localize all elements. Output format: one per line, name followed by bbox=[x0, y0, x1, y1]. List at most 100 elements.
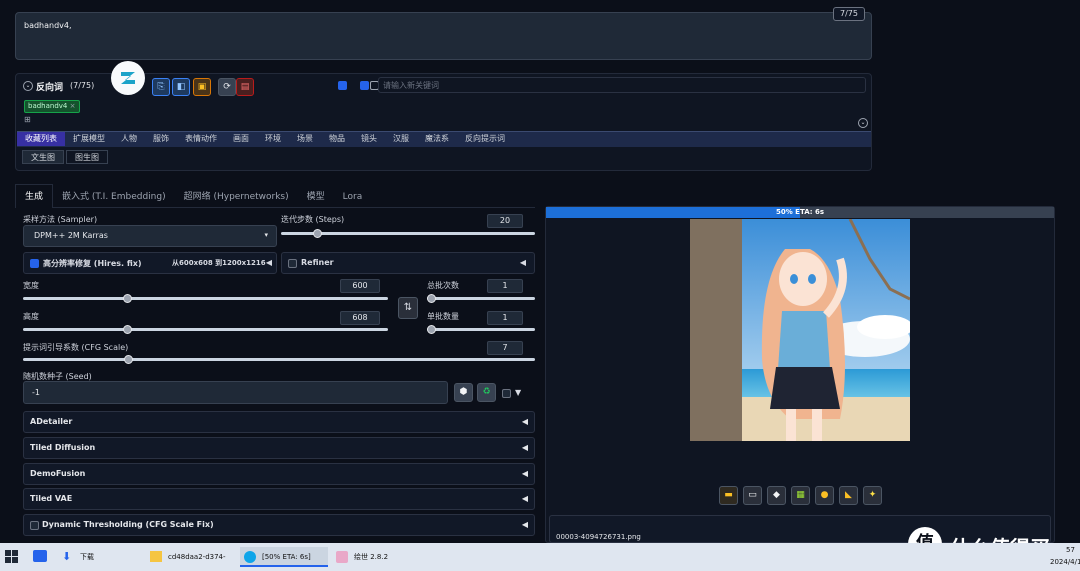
cfg-slider-knob[interactable] bbox=[124, 355, 133, 364]
category-tab[interactable]: 扩展模型 bbox=[65, 132, 113, 146]
swap-dimensions-button[interactable]: ⇅ bbox=[398, 297, 418, 319]
category-tab[interactable]: 表情动作 bbox=[177, 132, 225, 146]
batch-count-label: 总批次数 bbox=[427, 281, 459, 290]
main-tab[interactable]: Lora bbox=[334, 185, 372, 209]
width-input[interactable]: 600 bbox=[340, 279, 380, 293]
tag-list-icon[interactable]: ⊞ bbox=[24, 115, 31, 124]
category-tab[interactable]: 物品 bbox=[321, 132, 353, 146]
option-checkbox-1[interactable] bbox=[338, 81, 347, 90]
preview-image[interactable] bbox=[690, 219, 910, 441]
extra-seed-arrow-icon[interactable]: ▼ bbox=[515, 388, 521, 397]
batch-count-slider-knob[interactable] bbox=[427, 294, 436, 303]
option-checkbox-2[interactable] bbox=[360, 81, 369, 90]
hires-fix-row[interactable]: 高分辨率修复 (Hires. fix) 从600x608 到1200x1216 … bbox=[23, 252, 277, 274]
send-to-extras-icon[interactable]: ◣ bbox=[839, 486, 858, 505]
accordion-tiled-diffusion[interactable]: Tiled Diffusion ◀ bbox=[23, 437, 535, 459]
sampler-dropdown[interactable]: DPM++ 2M Karras ▾ bbox=[23, 225, 277, 247]
refiner-arrow-icon[interactable]: ◀ bbox=[520, 258, 526, 267]
category-tab[interactable]: 魔法系 bbox=[417, 132, 457, 146]
batch-count-input[interactable]: 1 bbox=[487, 279, 523, 293]
batch-count-slider[interactable] bbox=[427, 294, 535, 303]
category-tab[interactable]: 反向提示词 bbox=[457, 132, 513, 146]
height-slider[interactable] bbox=[23, 325, 388, 334]
category-tab[interactable]: 服饰 bbox=[145, 132, 177, 146]
category-tab[interactable]: 场景 bbox=[289, 132, 321, 146]
taskbar-item-folder[interactable]: cd48daa2-d374-4... bbox=[146, 547, 236, 567]
accordion-demofusion[interactable]: DemoFusion ◀ bbox=[23, 463, 535, 485]
import-icon[interactable]: ▣ bbox=[193, 78, 211, 96]
expand-circle-icon[interactable]: ⌄ bbox=[858, 118, 868, 128]
save-image-icon[interactable]: ▭ bbox=[743, 486, 762, 505]
accordion-tiled-diffusion-label: Tiled Diffusion bbox=[30, 443, 96, 452]
cfg-input[interactable]: 7 bbox=[487, 341, 523, 355]
accordion-adetailer-arrow-icon[interactable]: ◀ bbox=[522, 412, 528, 432]
batch-size-slider[interactable] bbox=[427, 325, 535, 334]
batch-size-input[interactable]: 1 bbox=[487, 311, 523, 325]
width-label: 宽度 bbox=[23, 281, 39, 290]
hires-fix-arrow-icon[interactable]: ◀ bbox=[266, 258, 272, 267]
refresh-icon[interactable]: ⟳ bbox=[218, 78, 236, 96]
main-tab[interactable]: 超网络 (Hypernetworks) bbox=[175, 185, 298, 209]
random-seed-dice-icon[interactable]: ⬢ bbox=[454, 383, 473, 402]
refiner-checkbox[interactable] bbox=[288, 259, 297, 268]
width-slider-knob[interactable] bbox=[123, 294, 132, 303]
send-to-img2img-icon[interactable]: ▦ bbox=[791, 486, 810, 505]
accordion-tiled-diffusion-arrow-icon[interactable]: ◀ bbox=[522, 438, 528, 458]
sub-tab[interactable]: 图生图 bbox=[66, 150, 108, 164]
save-style-icon[interactable]: ◧ bbox=[172, 78, 190, 96]
dynamic-thresholding-checkbox[interactable] bbox=[30, 521, 39, 530]
accordion-tiled-vae-arrow-icon[interactable]: ◀ bbox=[522, 489, 528, 509]
taskbar-item-launcher[interactable]: 绘世 2.8.2 bbox=[332, 547, 412, 567]
reuse-seed-recycle-icon[interactable]: ♻ bbox=[477, 383, 496, 402]
steps-slider-knob[interactable] bbox=[313, 229, 322, 238]
batch-size-slider-knob[interactable] bbox=[427, 325, 436, 334]
collapse-icon[interactable]: ⌄ bbox=[23, 81, 33, 91]
progress-bar: 50% ETA: 6s bbox=[546, 207, 1054, 218]
accordion-dynamic-thresholding-label: Dynamic Thresholding (CFG Scale Fix) bbox=[42, 520, 214, 529]
progress-text: 50% ETA: 6s bbox=[775, 208, 825, 216]
taskbar-item-downloads[interactable]: ⬇ 下载 bbox=[58, 547, 138, 567]
height-input[interactable]: 608 bbox=[340, 311, 380, 325]
steps-input[interactable]: 20 bbox=[487, 214, 523, 228]
steps-slider[interactable] bbox=[281, 229, 535, 238]
category-tab[interactable]: 画面 bbox=[225, 132, 257, 146]
paste-icon[interactable]: ⎘ bbox=[152, 78, 170, 96]
desktop-icon[interactable] bbox=[33, 550, 47, 562]
save-zip-icon[interactable]: ◆ bbox=[767, 486, 786, 505]
main-tab[interactable]: 模型 bbox=[298, 185, 334, 209]
accordion-adetailer[interactable]: ADetailer ◀ bbox=[23, 411, 535, 433]
sampler-label: 采样方法 (Sampler) bbox=[23, 215, 98, 224]
category-tab[interactable]: 人物 bbox=[113, 132, 145, 146]
sparkle-icon[interactable]: ✦ bbox=[863, 486, 882, 505]
width-slider[interactable] bbox=[23, 294, 388, 303]
tag-close-icon[interactable]: × bbox=[70, 102, 76, 110]
category-tab[interactable]: 汉服 bbox=[385, 132, 417, 146]
main-tab[interactable]: 生成 bbox=[15, 184, 54, 208]
accordion-dynamic-thresholding-arrow-icon[interactable]: ◀ bbox=[522, 515, 528, 535]
refiner-row[interactable]: Refiner ◀ bbox=[281, 252, 535, 274]
category-tab[interactable]: 环境 bbox=[257, 132, 289, 146]
main-tab[interactable]: 嵌入式 (T.I. Embedding) bbox=[53, 185, 175, 209]
cfg-slider[interactable] bbox=[23, 355, 535, 364]
extra-seed-checkbox[interactable] bbox=[502, 389, 511, 398]
seed-input[interactable]: -1 bbox=[23, 381, 448, 404]
prompt-box[interactable]: badhandv4, 7/75 bbox=[15, 7, 872, 60]
negative-panel: ⌄ 反向词 (7/75) ⎘ ◧ ▣ ⟳ ▤ 请输入新关键词 badhandv4… bbox=[15, 61, 872, 171]
open-folder-icon[interactable]: ▬ bbox=[719, 486, 738, 505]
send-to-inpaint-icon[interactable]: ● bbox=[815, 486, 834, 505]
sub-tab[interactable]: 文生图 bbox=[22, 150, 64, 164]
accordion-dynamic-thresholding[interactable]: Dynamic Thresholding (CFG Scale Fix) ◀ bbox=[23, 514, 535, 536]
trash-icon[interactable]: ▤ bbox=[236, 78, 254, 96]
category-tab[interactable]: 镜头 bbox=[353, 132, 385, 146]
accordion-demofusion-arrow-icon[interactable]: ◀ bbox=[522, 464, 528, 484]
windows-start-icon[interactable] bbox=[5, 550, 18, 563]
keyword-search-input[interactable]: 请输入新关键词 bbox=[378, 77, 866, 93]
accordion-tiled-vae[interactable]: Tiled VAE ◀ bbox=[23, 488, 535, 510]
hires-fix-checkbox[interactable] bbox=[30, 259, 39, 268]
taskbar-item-browser[interactable]: [50% ETA: 6s] Sta... bbox=[240, 547, 328, 567]
height-slider-knob[interactable] bbox=[123, 325, 132, 334]
folder-icon bbox=[150, 551, 162, 562]
negative-tag[interactable]: badhandv4 × bbox=[24, 100, 80, 113]
category-tab[interactable]: 收藏列表 bbox=[17, 132, 65, 146]
sampler-value: DPM++ 2M Karras bbox=[34, 231, 108, 240]
